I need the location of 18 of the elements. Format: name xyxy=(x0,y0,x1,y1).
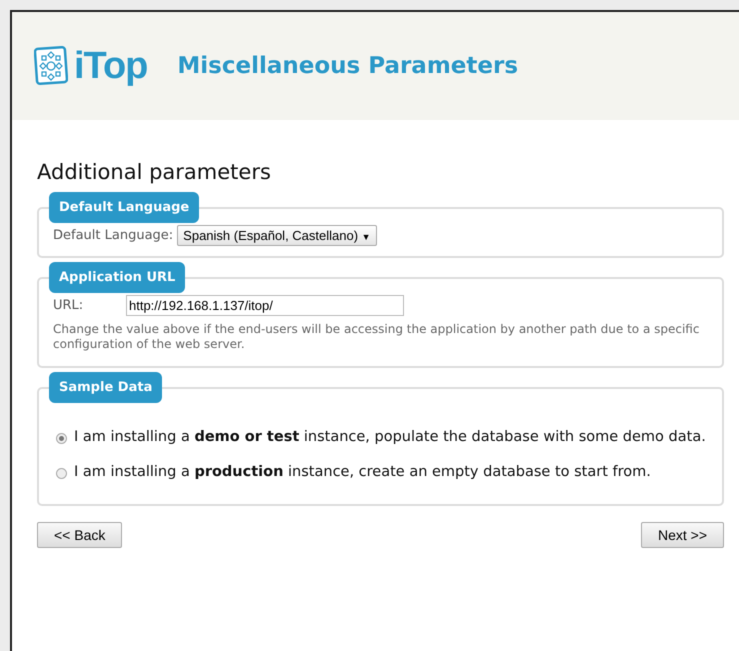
field-label: URL: xyxy=(53,298,84,313)
fieldset-legend: Application URL xyxy=(49,262,186,293)
field-label: Default Language: xyxy=(53,228,174,243)
url-field[interactable]: http://192.168.1.137/itop/ xyxy=(126,295,404,316)
radio-button[interactable] xyxy=(56,468,67,480)
option-label[interactable]: I am installing a demo or test instance, populate the database with some demo data. xyxy=(74,429,706,446)
back-button[interactable]: << Back xyxy=(37,522,122,548)
help-text: Change the value above if the end-users will be accessing the application by another path due to a specific configuration of the web server. xyxy=(53,322,700,352)
option-label[interactable]: I am installing a production instance, create an empty database to start from. xyxy=(74,464,651,482)
logo-text: iTop xyxy=(74,44,148,88)
page-title: Miscellaneous Parameters xyxy=(177,53,518,79)
next-button[interactable]: Next >> xyxy=(640,522,724,548)
radio-button[interactable] xyxy=(56,433,67,444)
fieldset-legend: Sample Data xyxy=(49,372,162,403)
fieldset-legend: Default Language xyxy=(49,192,200,223)
section-heading: Additional parameters xyxy=(37,160,272,184)
logo-icon xyxy=(34,46,68,86)
language-dropdown[interactable]: Spanish (Español, Castellano) ▼ xyxy=(177,225,377,246)
